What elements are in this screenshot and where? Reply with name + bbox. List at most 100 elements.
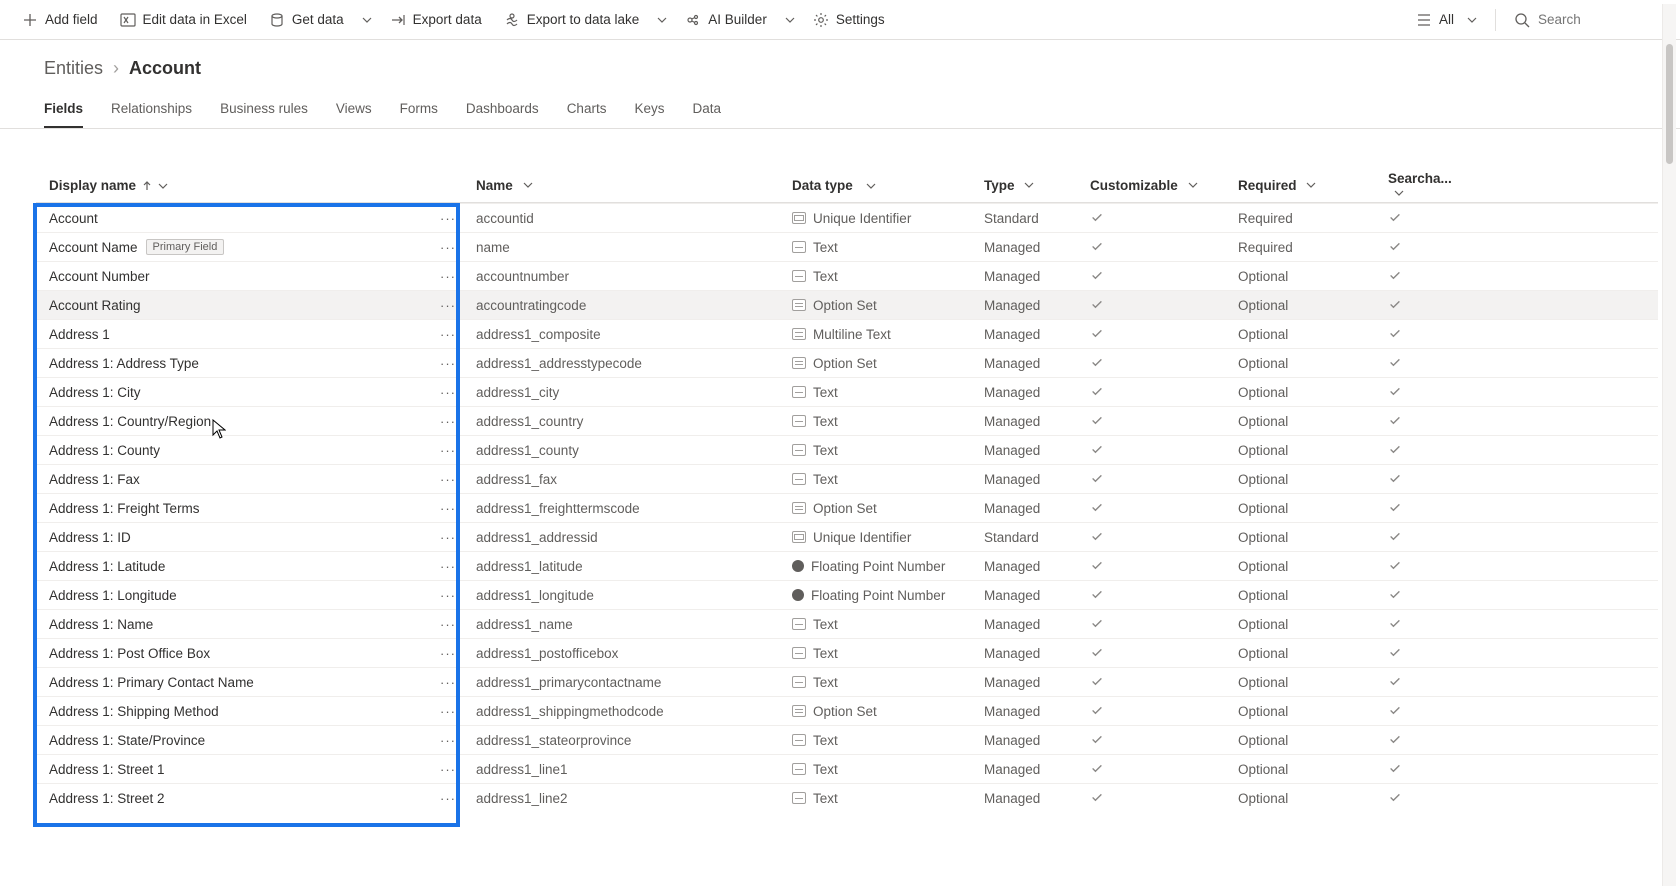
more-options-icon[interactable]: ··· xyxy=(440,385,456,400)
chevron-down-icon[interactable] xyxy=(779,0,801,40)
more-options-icon[interactable]: ··· xyxy=(440,588,456,603)
more-options-icon[interactable]: ··· xyxy=(440,443,456,458)
tab-data[interactable]: Data xyxy=(692,101,721,128)
tab-dashboards[interactable]: Dashboards xyxy=(466,101,539,128)
search-box[interactable] xyxy=(1504,12,1668,28)
scrollbar-thumb[interactable] xyxy=(1666,44,1673,164)
chevron-down-icon[interactable] xyxy=(1394,188,1404,198)
col-type[interactable]: Type xyxy=(984,178,1090,193)
col-required[interactable]: Required xyxy=(1238,178,1384,193)
add-field-button[interactable]: Add field xyxy=(12,0,108,40)
more-options-icon[interactable]: ··· xyxy=(440,327,456,342)
table-row[interactable]: Account ··· accountid Unique Identifier … xyxy=(36,203,1658,232)
more-options-icon[interactable]: ··· xyxy=(440,298,456,313)
chevron-down-icon[interactable] xyxy=(1306,180,1316,190)
tab-relationships[interactable]: Relationships xyxy=(111,101,192,128)
settings-button[interactable]: Settings xyxy=(803,0,895,40)
more-options-icon[interactable]: ··· xyxy=(440,791,456,806)
field-name: address1_composite xyxy=(466,327,792,342)
field-datatype: Floating Point Number xyxy=(811,559,945,574)
customizable-check-icon xyxy=(1090,268,1238,285)
chevron-down-icon[interactable] xyxy=(651,0,673,40)
more-options-icon[interactable]: ··· xyxy=(440,240,456,255)
table-row[interactable]: Account Name Primary Field ··· name Text… xyxy=(36,232,1658,261)
more-options-icon[interactable]: ··· xyxy=(440,733,456,748)
chevron-down-icon[interactable] xyxy=(1024,180,1034,190)
table-row[interactable]: Account Number ··· accountnumber Text Ma… xyxy=(36,261,1658,290)
export-lake-button[interactable]: Export to data lake xyxy=(494,0,650,40)
datatype-icon xyxy=(792,531,806,543)
tab-fields[interactable]: Fields xyxy=(44,101,83,128)
table-row[interactable]: Address 1: Primary Contact Name ··· addr… xyxy=(36,667,1658,696)
export-data-button[interactable]: Export data xyxy=(380,0,492,40)
col-customizable[interactable]: Customizable xyxy=(1090,178,1238,193)
table-row[interactable]: Address 1: Street 2 ··· address1_line2 T… xyxy=(36,783,1658,812)
view-filter[interactable]: All xyxy=(1406,0,1487,40)
more-options-icon[interactable]: ··· xyxy=(440,762,456,777)
field-datatype: Option Set xyxy=(813,298,877,313)
more-options-icon[interactable]: ··· xyxy=(440,704,456,719)
table-row[interactable]: Address 1: Post Office Box ··· address1_… xyxy=(36,638,1658,667)
table-row[interactable]: Address 1: Name ··· address1_name Text M… xyxy=(36,609,1658,638)
field-type: Managed xyxy=(984,443,1090,458)
tab-charts[interactable]: Charts xyxy=(567,101,607,128)
table-row[interactable]: Address 1: State/Province ··· address1_s… xyxy=(36,725,1658,754)
more-options-icon[interactable]: ··· xyxy=(440,501,456,516)
tab-keys[interactable]: Keys xyxy=(634,101,664,128)
more-options-icon[interactable]: ··· xyxy=(440,617,456,632)
table-row[interactable]: Address 1: Address Type ··· address1_add… xyxy=(36,348,1658,377)
table-row[interactable]: Address 1: Street 1 ··· address1_line1 T… xyxy=(36,754,1658,783)
field-name: accountratingcode xyxy=(466,298,792,313)
more-options-icon[interactable]: ··· xyxy=(440,472,456,487)
searchable-check-icon xyxy=(1384,732,1464,749)
more-options-icon[interactable]: ··· xyxy=(440,559,456,574)
chevron-down-icon[interactable] xyxy=(523,180,533,190)
table-row[interactable]: Address 1: Longitude ··· address1_longit… xyxy=(36,580,1658,609)
field-datatype: Text xyxy=(813,646,838,661)
field-display-name: Address 1: Address Type xyxy=(49,356,199,371)
chevron-down-icon[interactable] xyxy=(1188,180,1198,190)
more-options-icon[interactable]: ··· xyxy=(440,356,456,371)
field-required: Optional xyxy=(1238,443,1384,458)
ai-builder-button[interactable]: AI Builder xyxy=(675,0,777,40)
vertical-scrollbar[interactable] xyxy=(1662,4,1676,886)
cmd-label: Add field xyxy=(45,12,98,27)
breadcrumb-parent[interactable]: Entities xyxy=(44,58,103,79)
more-options-icon[interactable]: ··· xyxy=(440,269,456,284)
table-row[interactable]: Address 1: Freight Terms ··· address1_fr… xyxy=(36,493,1658,522)
more-options-icon[interactable]: ··· xyxy=(440,211,456,226)
more-options-icon[interactable]: ··· xyxy=(440,675,456,690)
table-row[interactable]: Address 1: County ··· address1_county Te… xyxy=(36,435,1658,464)
col-name[interactable]: Name xyxy=(466,178,792,193)
customizable-check-icon xyxy=(1090,558,1238,575)
chevron-down-icon[interactable] xyxy=(158,181,168,191)
search-input[interactable] xyxy=(1538,12,1658,27)
chevron-down-icon[interactable] xyxy=(866,181,876,191)
col-data-type[interactable]: Data type xyxy=(792,178,984,193)
more-options-icon[interactable]: ··· xyxy=(440,530,456,545)
tab-views[interactable]: Views xyxy=(336,101,372,128)
more-options-icon[interactable]: ··· xyxy=(440,414,456,429)
table-row[interactable]: Address 1: Shipping Method ··· address1_… xyxy=(36,696,1658,725)
get-data-button[interactable]: Get data xyxy=(259,0,354,40)
table-row[interactable]: Address 1: ID ··· address1_addressid Uni… xyxy=(36,522,1658,551)
edit-excel-button[interactable]: Edit data in Excel xyxy=(110,0,257,40)
table-row[interactable]: Account Rating ··· accountratingcode Opt… xyxy=(36,290,1658,319)
table-row[interactable]: Address 1 ··· address1_composite Multili… xyxy=(36,319,1658,348)
table-row[interactable]: Address 1: Latitude ··· address1_latitud… xyxy=(36,551,1658,580)
field-datatype: Text xyxy=(813,733,838,748)
datatype-icon xyxy=(792,386,806,398)
col-display-name[interactable]: Display name xyxy=(36,178,466,193)
tab-business-rules[interactable]: Business rules xyxy=(220,101,308,128)
command-bar: Add field Edit data in ExcelGet data Expor… xyxy=(0,0,1680,40)
tab-forms[interactable]: Forms xyxy=(400,101,438,128)
field-required: Optional xyxy=(1238,704,1384,719)
field-name: accountnumber xyxy=(466,269,792,284)
field-display-name: Address 1: ID xyxy=(49,530,131,545)
table-row[interactable]: Address 1: Country/Region ··· address1_c… xyxy=(36,406,1658,435)
more-options-icon[interactable]: ··· xyxy=(440,646,456,661)
col-searchable[interactable]: Searcha... xyxy=(1384,171,1464,201)
table-row[interactable]: Address 1: City ··· address1_city Text M… xyxy=(36,377,1658,406)
table-row[interactable]: Address 1: Fax ··· address1_fax Text Man… xyxy=(36,464,1658,493)
chevron-down-icon[interactable] xyxy=(356,0,378,40)
